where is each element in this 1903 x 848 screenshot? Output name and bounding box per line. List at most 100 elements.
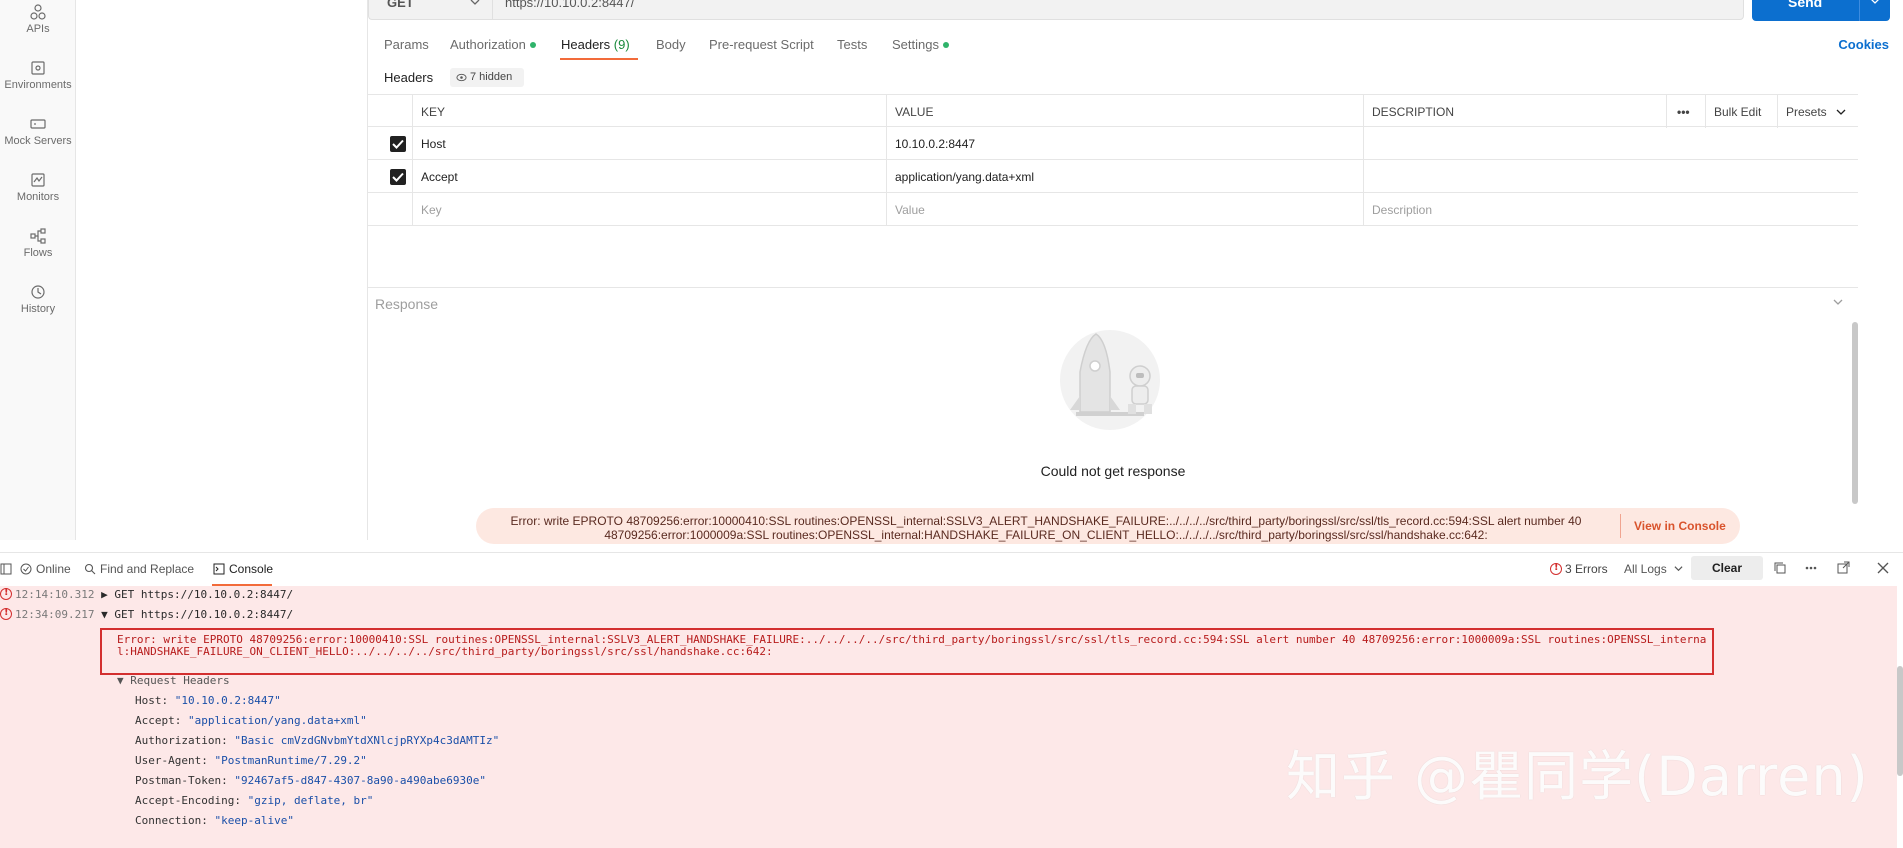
- watermark: 知乎 @瞿同学(Darren): [1286, 745, 1869, 808]
- online-label: Online: [36, 562, 71, 576]
- tab-tests[interactable]: Tests: [837, 37, 867, 52]
- header-value: "application/yang.data+xml": [187, 714, 367, 727]
- error-text: Error: write EPROTO 48709256:error:10000…: [476, 514, 1616, 542]
- request-header-line: Postman-Token: "92467af5-d847-4307-8a90-…: [135, 774, 486, 787]
- row-checkbox-cell: [368, 193, 412, 226]
- chevron-down-icon[interactable]: [1832, 296, 1844, 308]
- tab-label: Pre-request Script: [709, 37, 814, 52]
- header-description-cell[interactable]: [1363, 160, 1858, 193]
- column-header-value: VALUE: [886, 95, 1363, 128]
- tab-headers[interactable]: Headers (9): [561, 37, 630, 52]
- new-description-input[interactable]: Description: [1363, 193, 1858, 226]
- sidebar-item-environments[interactable]: Environments: [0, 60, 76, 91]
- tab-params[interactable]: Params: [384, 37, 429, 52]
- error-icon: [1550, 562, 1562, 575]
- header-key: Postman-Token:: [135, 774, 235, 787]
- header-key: User-Agent:: [135, 754, 215, 767]
- collapse-arrow-icon[interactable]: ▼: [101, 608, 108, 621]
- chevron-down-icon[interactable]: [1870, 0, 1880, 6]
- hidden-count: 7 hidden: [470, 71, 513, 83]
- flows-icon: [30, 228, 46, 244]
- header-value: "gzip, deflate, br": [247, 794, 374, 807]
- header-value: "keep-alive": [214, 814, 294, 827]
- presets-dropdown[interactable]: Presets: [1777, 95, 1858, 128]
- console-scrollbar[interactable]: [1897, 586, 1903, 848]
- tab-authorization[interactable]: Authorization: [450, 37, 536, 52]
- table-header-row: KEY VALUE DESCRIPTION ••• Bulk Edit Pres…: [368, 94, 1858, 128]
- response-scrollbar[interactable]: [1852, 322, 1858, 504]
- request-headers-toggle[interactable]: ▼ Request Headers: [117, 674, 230, 687]
- header-key-cell[interactable]: Host: [412, 127, 886, 160]
- sidebar-item-label: Flows: [23, 247, 53, 259]
- request-header-line: Host: "10.10.0.2:8447": [135, 694, 281, 707]
- response-error-banner: Error: write EPROTO 48709256:error:10000…: [476, 508, 1740, 544]
- header-key: Authorization:: [135, 734, 235, 747]
- rocket-astronaut-illustration: [1060, 330, 1160, 430]
- header-value-cell[interactable]: 10.10.0.2:8447: [886, 127, 1363, 160]
- error-icon: [0, 607, 12, 620]
- active-tab-indicator: [560, 58, 638, 60]
- tab-pre-request-script[interactable]: Pre-request Script: [709, 37, 814, 52]
- sidebar-item-flows[interactable]: Flows: [0, 228, 76, 259]
- hidden-headers-toggle[interactable]: 7 hidden: [450, 68, 524, 87]
- sidebar-item-history[interactable]: History: [0, 284, 76, 315]
- online-status[interactable]: Online: [20, 562, 71, 576]
- more-options-icon[interactable]: [1804, 561, 1818, 575]
- scrollbar-thumb[interactable]: [1897, 666, 1903, 776]
- eye-icon: [456, 73, 467, 82]
- sidebar-item-monitors[interactable]: Monitors: [0, 172, 76, 203]
- sidebar-item-apis[interactable]: APIs: [0, 4, 76, 35]
- error-count-filter[interactable]: 3 Errors: [1550, 562, 1608, 576]
- url-input[interactable]: https://10.10.0.2:8447/: [492, 0, 1744, 20]
- apis-icon: [30, 4, 46, 20]
- row-checkbox-cell: [368, 160, 412, 193]
- header-enabled-checkbox[interactable]: [390, 136, 406, 152]
- new-value-input[interactable]: Value: [886, 193, 1363, 226]
- table-header-cell: [368, 95, 412, 128]
- log-level-dropdown[interactable]: All Logs: [1624, 562, 1683, 576]
- console-label: Console: [229, 562, 274, 576]
- copy-icon[interactable]: [1773, 561, 1787, 575]
- pop-out-icon[interactable]: [1836, 561, 1850, 575]
- find-replace-button[interactable]: Find and Replace: [84, 562, 194, 576]
- collections-pane: [76, 0, 368, 540]
- expand-arrow-icon[interactable]: ▶: [101, 588, 108, 601]
- sidebar-toggle-icon[interactable]: [0, 562, 16, 576]
- header-key: Host:: [135, 694, 175, 707]
- clear-console-button[interactable]: Clear: [1691, 556, 1763, 580]
- view-in-console-button[interactable]: View in Console: [1634, 519, 1726, 533]
- monitors-icon: [30, 172, 46, 188]
- new-key-input[interactable]: Key: [412, 193, 886, 226]
- console-toolbar: Online Find and Replace Console 3 Errors…: [0, 553, 1903, 586]
- bulk-edit-button[interactable]: Bulk Edit: [1705, 95, 1777, 128]
- header-key: Connection:: [135, 814, 215, 827]
- log-entry[interactable]: 12:14:10.312 ▶ GET https://10.10.0.2:844…: [0, 587, 293, 601]
- tab-body[interactable]: Body: [656, 37, 686, 52]
- response-header[interactable]: Response: [368, 287, 1858, 317]
- method-select[interactable]: GET: [368, 0, 492, 20]
- console-error-message: Error: write EPROTO 48709256:error:10000…: [117, 633, 1707, 658]
- chevron-down-icon: [1836, 109, 1846, 115]
- log-timestamp: 12:14:10.312: [15, 588, 95, 601]
- console-tab[interactable]: Console: [213, 562, 273, 576]
- tab-settings[interactable]: Settings: [892, 37, 949, 52]
- log-entry[interactable]: 12:34:09.217 ▼ GET https://10.10.0.2:844…: [0, 607, 294, 621]
- find-replace-label: Find and Replace: [100, 562, 195, 576]
- send-button[interactable]: Send: [1752, 0, 1890, 21]
- request-header-line: Connection: "keep-alive": [135, 814, 294, 827]
- log-text: GET https://10.10.0.2:8447/: [114, 608, 294, 621]
- method-value: GET: [387, 0, 414, 10]
- more-options-button[interactable]: •••: [1666, 95, 1705, 128]
- log-level-label: All Logs: [1624, 562, 1667, 576]
- send-split-divider: [1859, 0, 1860, 21]
- header-key-cell[interactable]: Accept: [412, 160, 886, 193]
- url-bar: GET https://10.10.0.2:8447/ Send: [368, 0, 1890, 21]
- sidebar-item-mock-servers[interactable]: Mock Servers: [0, 116, 76, 147]
- mock-servers-icon: [30, 116, 46, 132]
- header-value-cell[interactable]: application/yang.data+xml: [886, 160, 1363, 193]
- header-description-cell[interactable]: [1363, 127, 1858, 160]
- cookies-link[interactable]: Cookies: [1838, 37, 1889, 52]
- header-enabled-checkbox[interactable]: [390, 169, 406, 185]
- error-icon: [0, 587, 12, 600]
- close-icon[interactable]: [1876, 561, 1890, 575]
